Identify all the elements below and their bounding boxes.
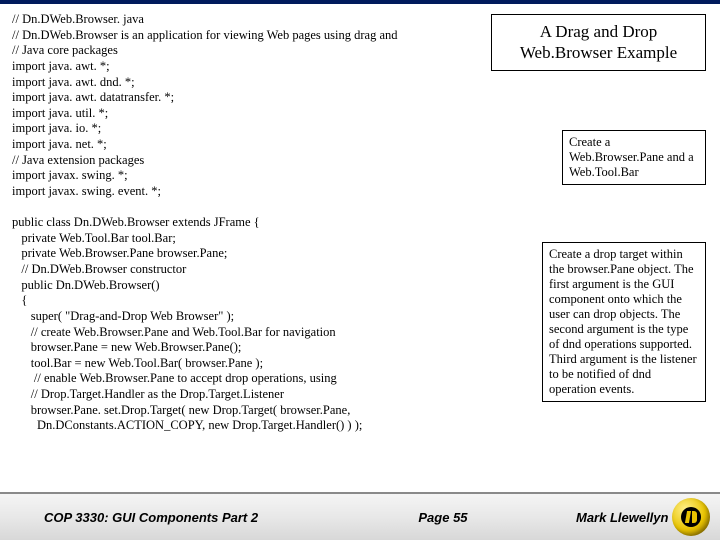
footer-course: COP 3330: GUI Components Part 2 bbox=[0, 510, 418, 525]
title-line-2: Web.Browser Example bbox=[496, 42, 701, 63]
code-listing: // Dn.DWeb.Browser. java // Dn.DWeb.Brow… bbox=[12, 12, 572, 434]
content-area: // Dn.DWeb.Browser. java // Dn.DWeb.Brow… bbox=[12, 12, 708, 490]
ucf-logo bbox=[672, 498, 710, 536]
title-callout: A Drag and Drop Web.Browser Example bbox=[491, 14, 706, 71]
footer-page: Page 55 bbox=[418, 510, 548, 525]
footer-bar: COP 3330: GUI Components Part 2 Page 55 … bbox=[0, 492, 720, 540]
callout-drop-target: Create a drop target within the browser.… bbox=[542, 242, 706, 402]
ucf-logo-inner bbox=[681, 507, 701, 527]
slide-frame: // Dn.DWeb.Browser. java // Dn.DWeb.Brow… bbox=[0, 0, 720, 540]
callout-create-pane: Create a Web.Browser.Pane and a Web.Tool… bbox=[562, 130, 706, 185]
title-line-1: A Drag and Drop bbox=[496, 21, 701, 42]
